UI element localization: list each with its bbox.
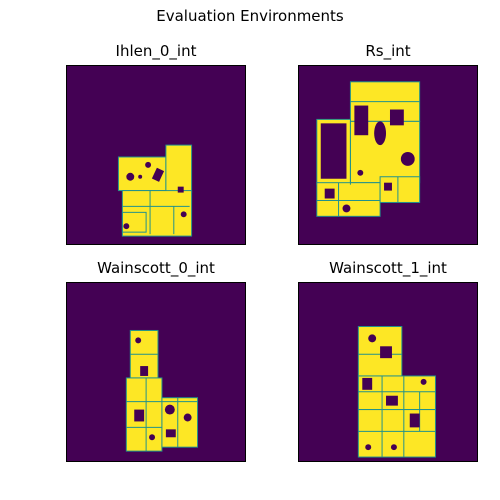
occupancy-map-ihlen-0-int xyxy=(117,144,193,237)
map-panel-ihlen-0-int xyxy=(66,65,246,245)
map-panel-wainscott-0-int xyxy=(66,282,246,462)
occupancy-map-rs-int xyxy=(316,81,421,217)
figure-title: Evaluation Environments xyxy=(156,7,344,25)
occupancy-map-wainscott-0-int xyxy=(125,329,199,452)
panel-title-wainscott-1-int: Wainscott_1_int xyxy=(329,259,447,277)
map-panel-wainscott-1-int xyxy=(298,282,478,462)
panel-title-rs-int: Rs_int xyxy=(365,42,411,60)
occupancy-map-wainscott-1-int xyxy=(357,326,436,458)
map-panel-rs-int xyxy=(298,65,478,245)
panel-title-wainscott-0-int: Wainscott_0_int xyxy=(97,259,215,277)
panel-title-ihlen-0-int: Ihlen_0_int xyxy=(115,42,197,60)
